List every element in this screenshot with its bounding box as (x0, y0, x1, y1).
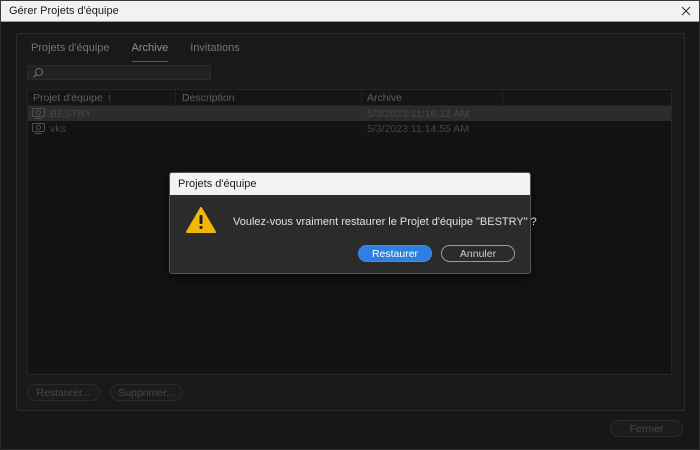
window-titlebar: Gérer Projets d'équipe (1, 1, 699, 22)
close-icon (681, 6, 691, 16)
dialog-title: Projets d'équipe (178, 178, 257, 190)
window-title: Gérer Projets d'équipe (9, 5, 119, 17)
window-close-button[interactable] (673, 1, 699, 21)
dialog-titlebar: Projets d'équipe (170, 173, 530, 195)
confirm-restore-dialog: Projets d'équipe Voulez-vous vraiment re… (169, 172, 537, 274)
cancel-button[interactable]: Annuler (441, 245, 515, 262)
warning-icon (186, 207, 216, 233)
confirm-restore-button[interactable]: Restaurer (358, 245, 432, 262)
dialog-message: Voulez-vous vraiment restaurer le Projet… (233, 216, 537, 228)
